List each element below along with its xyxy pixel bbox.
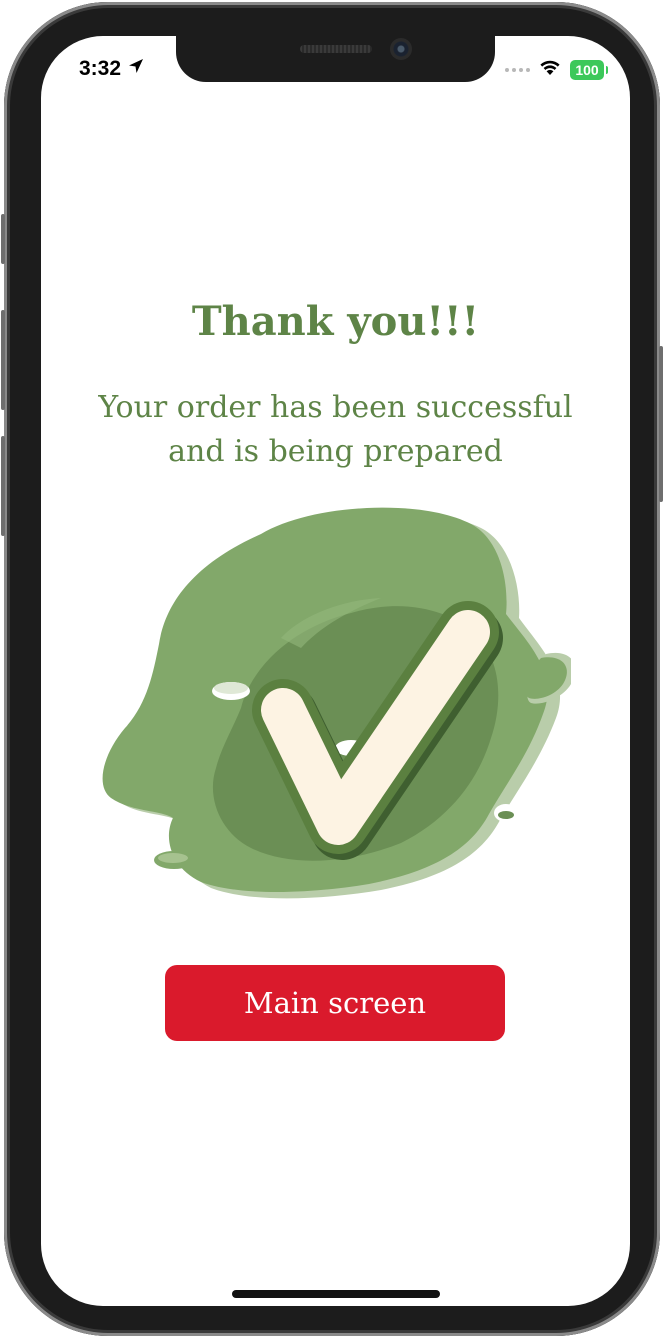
main-screen-button[interactable]: Main screen [165,965,505,1041]
status-bar-time: 3:32 [79,57,145,81]
power-button [659,346,663,502]
speaker-grille [300,45,372,53]
home-indicator[interactable] [232,1290,440,1298]
checkmark-splash-icon [102,507,571,899]
notch [176,36,495,82]
front-camera [390,38,412,60]
location-arrow-icon [127,57,145,81]
cellular-signal-icon [505,67,530,72]
silent-switch [1,214,5,264]
order-status-line-2: and is being prepared [168,434,503,469]
order-status-line-1: Your order has been successful [98,390,573,425]
time-text: 3:32 [79,57,122,80]
order-status-message: Your order has been successful and is be… [61,386,610,474]
app-screen: 3:32 100 Thank you!!! Your order has bee… [41,36,630,1306]
battery-icon: 100 [570,59,608,80]
phone-frame: 3:32 100 Thank you!!! Your order has bee… [1,2,663,1336]
status-bar-indicators: 100 [505,58,608,81]
thank-you-title: Thank you!!! [191,298,480,345]
wifi-icon [538,58,562,81]
volume-up-button [1,310,5,410]
volume-down-button [1,436,5,536]
